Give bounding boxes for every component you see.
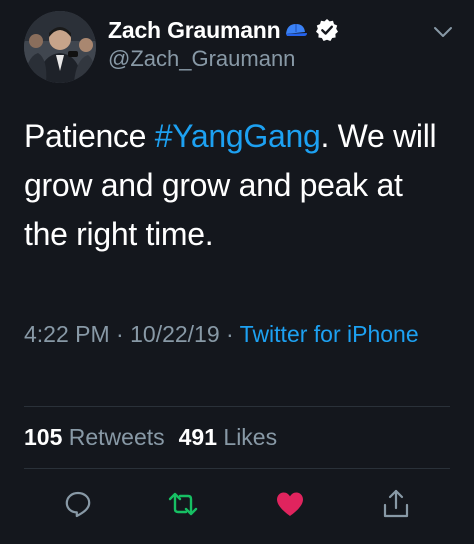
share-button[interactable]	[376, 486, 416, 526]
divider	[24, 406, 450, 407]
retweets-label: Retweets	[68, 424, 165, 450]
engagement-stats: 105 Retweets 491 Likes	[24, 424, 277, 451]
tweet-text-start: Patience	[24, 118, 155, 154]
source-link[interactable]: Twitter for iPhone	[240, 321, 419, 347]
verified-badge-icon	[315, 18, 339, 42]
tweet-meta: 4:22 PM · 10/22/19 · Twitter for iPhone	[24, 317, 444, 352]
hashtag-link[interactable]: #YangGang	[155, 118, 321, 154]
like-icon	[274, 489, 306, 524]
reply-icon	[63, 489, 93, 524]
retweets-stat[interactable]: 105 Retweets	[24, 424, 165, 450]
chevron-down-icon[interactable]	[432, 24, 454, 40]
author-handle[interactable]: @Zach_Graumann	[108, 46, 295, 72]
divider	[24, 468, 450, 469]
retweet-icon	[167, 489, 199, 524]
meta-separator: ·	[219, 321, 240, 347]
retweets-count: 105	[24, 424, 63, 450]
tweet-time: 4:22 PM	[24, 321, 110, 347]
author-name-row: Zach Graumann	[108, 14, 339, 46]
like-button[interactable]	[270, 486, 310, 526]
avatar[interactable]	[24, 11, 96, 83]
likes-label: Likes	[223, 424, 278, 450]
retweet-button[interactable]	[163, 486, 203, 526]
likes-count: 491	[178, 424, 218, 450]
display-name[interactable]: Zach Graumann	[108, 17, 281, 44]
tweet-text: Patience #YangGang. We will grow and gro…	[24, 112, 454, 259]
blue-cap-icon	[284, 22, 308, 38]
reply-button[interactable]	[58, 486, 98, 526]
share-icon	[381, 488, 411, 525]
likes-stat[interactable]: 491 Likes	[179, 424, 277, 450]
action-bar	[0, 486, 474, 530]
meta-separator: ·	[109, 321, 131, 347]
tweet-date: 10/22/19	[130, 321, 220, 347]
